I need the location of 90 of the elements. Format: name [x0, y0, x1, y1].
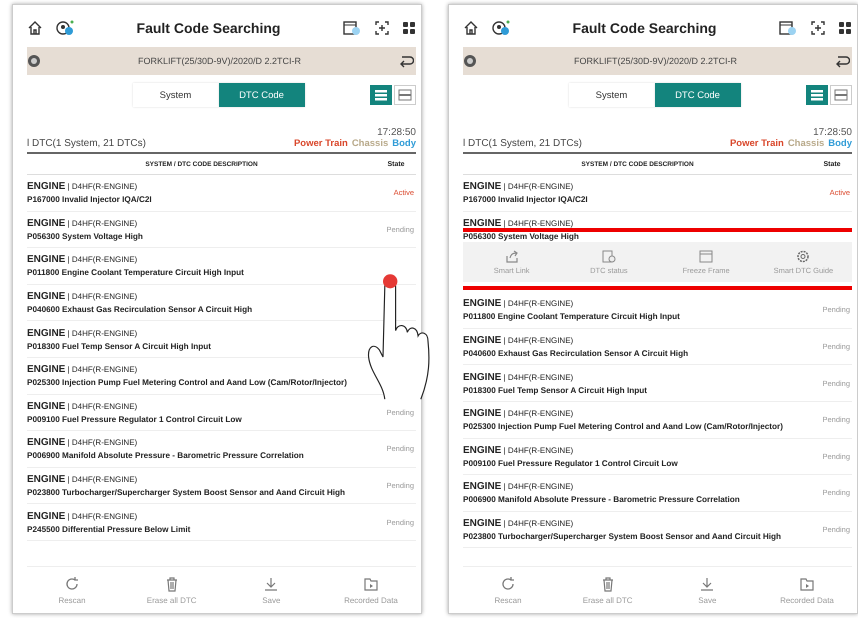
system-name: ENGINE | D4HF(R-ENGINE)	[27, 181, 138, 192]
system-name: ENGINE | D4HF(R-ENGINE)	[27, 328, 138, 339]
list-icon	[810, 89, 824, 101]
footer-button-label: Rescan	[58, 596, 86, 604]
folder-play-icon	[362, 576, 379, 592]
footer-button-label: Rescan	[494, 596, 522, 604]
dtc-description[interactable]: P056300 System Voltage High	[463, 232, 579, 241]
system-name: ENGINE | D4HF(R-ENGINE)	[463, 218, 574, 229]
timestamp: 17:28:50	[813, 127, 852, 138]
system-name: ENGINE | D4HF(R-ENGINE)	[463, 335, 574, 346]
system-name: ENGINE | D4HF(R-ENGINE)	[463, 444, 574, 456]
download-icon	[699, 576, 716, 592]
grid-view-button[interactable]	[394, 85, 416, 105]
diagnostic-icon[interactable]	[55, 19, 75, 37]
system-name: ENGINE | D4HF(R-ENGINE)	[27, 510, 138, 522]
tab[interactable]: DTC Code	[218, 83, 304, 107]
dtc-description[interactable]: P025300 Injection Pump Fuel Metering Control and Aand Low (Cam/Rotor/Injector)	[463, 422, 783, 432]
dtc-description[interactable]: P040600 Exhaust Gas Recirculation Sensor A Circuit High	[27, 305, 252, 314]
diagnostic-icon[interactable]	[491, 19, 511, 37]
dtc-description[interactable]: P006900 Manifold Absolute Pressure - Barometric Pressure Correlation	[27, 451, 304, 460]
system-name: ENGINE | D4HF(R-ENGINE)	[463, 518, 574, 530]
dtc-description[interactable]: P011800 Engine Coolant Temperature Circuit High Input	[27, 268, 244, 278]
system-name: ENGINE | D4HF(R-ENGINE)	[27, 474, 138, 486]
tab[interactable]: System	[132, 83, 218, 107]
footer-button-label: Erase all DTC	[146, 596, 197, 604]
grid-menu-icon[interactable]	[402, 21, 416, 35]
timestamp: 17:28:50	[377, 127, 416, 138]
grid-view-button[interactable]	[830, 85, 852, 105]
tab[interactable]: DTC Code	[654, 83, 740, 107]
document-icon	[602, 250, 616, 263]
system-name: ENGINE | D4HF(R-ENGINE)	[27, 254, 138, 266]
system-name: ENGINE | D4HF(R-ENGINE)	[27, 291, 138, 302]
footer-button-label: Recorded Data	[780, 596, 834, 604]
system-name: ENGINE | D4HF(R-ENGINE)	[463, 408, 574, 420]
tab[interactable]: System	[568, 83, 654, 107]
screen-title: Fault Code Searching	[136, 20, 282, 36]
system-name: ENGINE | D4HF(R-ENGINE)	[27, 364, 138, 376]
scan-icon[interactable]	[810, 20, 826, 36]
dtc-description[interactable]: P018300 Fuel Temp Sensor A Circuit High Input	[27, 342, 211, 351]
system-name: ENGINE | D4HF(R-ENGINE)	[463, 298, 574, 310]
dtc-description[interactable]: P167000 Invalid Injector IQA/C2I	[463, 195, 588, 204]
system-name: ENGINE | D4HF(R-ENGINE)	[463, 372, 574, 383]
home-icon[interactable]	[463, 20, 479, 36]
footer-button-label: Recorded Data	[344, 596, 398, 604]
dtc-description[interactable]: P011800 Engine Coolant Temperature Circuit High Input	[463, 312, 680, 322]
dtc-description[interactable]: P023800 Turbocharger/Supercharger System Boost Sensor and Aand Circuit High	[27, 488, 346, 498]
list-view-button[interactable]	[370, 85, 392, 105]
dtc-description[interactable]: P167000 Invalid Injector IQA/C2I	[27, 195, 152, 204]
system-name: ENGINE | D4HF(R-ENGINE)	[27, 437, 138, 448]
dtc-description[interactable]: P009100 Fuel Pressure Regulator 1 Control Circuit Low	[27, 414, 242, 424]
gear-icon	[796, 250, 810, 263]
system-name: ENGINE | D4HF(R-ENGINE)	[27, 218, 138, 229]
vehicle-name: FORKLIFT(25/30D-9V)/2020/D 2.2TCI-R	[572, 56, 738, 66]
dtc-summary: l DTC(1 System, 21 DTCs)	[463, 138, 582, 149]
vehicle-badge-icon	[463, 54, 477, 68]
share-icon	[504, 250, 519, 263]
dtc-description[interactable]: P006900 Manifold Absolute Pressure - Barometric Pressure Correlation	[463, 495, 740, 504]
footer-button-label: Erase all DTC	[582, 596, 633, 604]
category-legend[interactable]: Power Train	[730, 138, 784, 149]
dtc-description[interactable]: P025300 Injection Pump Fuel Metering Control and Aand Low (Cam/Rotor/Injector)	[27, 378, 347, 388]
grid-menu-icon[interactable]	[838, 21, 852, 35]
footer-button-label: Save	[262, 596, 280, 604]
frame-icon	[699, 250, 714, 263]
system-name: ENGINE | D4HF(R-ENGINE)	[463, 481, 574, 492]
home-icon[interactable]	[27, 20, 43, 36]
dtc-summary: l DTC(1 System, 21 DTCs)	[27, 138, 146, 149]
folder-play-icon	[798, 576, 815, 592]
dtc-description[interactable]: P245500 Differential Pressure Below Limit	[27, 524, 190, 534]
list-icon	[374, 89, 388, 101]
scan-icon[interactable]	[374, 20, 390, 36]
refresh-icon	[64, 576, 80, 592]
rows-icon	[834, 89, 848, 101]
back-icon[interactable]	[834, 54, 850, 68]
dtc-description[interactable]: P009100 Fuel Pressure Regulator 1 Control Circuit Low	[463, 458, 678, 468]
dtc-description[interactable]: P018300 Fuel Temp Sensor A Circuit High Input	[463, 386, 647, 395]
back-icon[interactable]	[398, 54, 414, 68]
rows-icon	[398, 89, 412, 101]
refresh-icon	[500, 576, 516, 592]
vehicle-badge-icon	[27, 54, 41, 68]
list-view-button[interactable]	[806, 85, 828, 105]
download-icon	[263, 576, 280, 592]
dtc-description[interactable]: P056300 System Voltage High	[27, 232, 143, 241]
footer-button-label: Save	[698, 596, 716, 604]
category-legend[interactable]: Power Train	[294, 138, 348, 149]
vehicle-name: FORKLIFT(25/30D-9V)/2020/D 2.2TCI-R	[136, 56, 302, 66]
dtc-description[interactable]: P023800 Turbocharger/Supercharger System Boost Sensor and Aand Circuit High	[463, 532, 782, 542]
system-name: ENGINE | D4HF(R-ENGINE)	[463, 181, 574, 192]
dtc-description[interactable]: P040600 Exhaust Gas Recirculation Sensor A Circuit High	[463, 349, 688, 358]
system-name: ENGINE | D4HF(R-ENGINE)	[27, 400, 138, 412]
screen-title: Fault Code Searching	[572, 20, 718, 36]
